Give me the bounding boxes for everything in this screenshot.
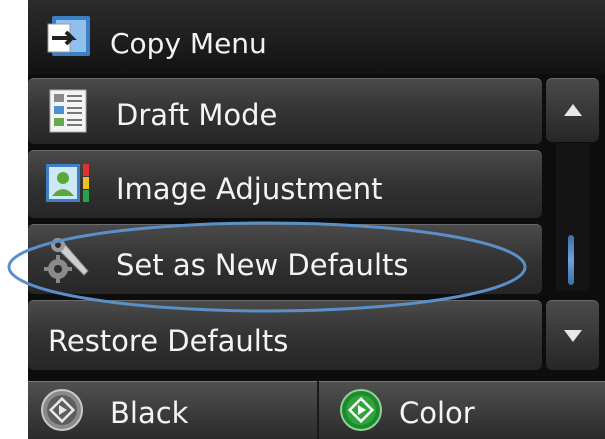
title-bar: Copy Menu <box>28 0 605 74</box>
page-title: Copy Menu <box>110 27 267 60</box>
menu-item-image-adjustment[interactable]: Image Adjustment <box>28 150 542 218</box>
start-icon <box>340 389 382 431</box>
color-button-label: Color <box>399 396 475 430</box>
arrow-up-icon <box>564 104 582 116</box>
start-black-button[interactable]: Black <box>28 381 317 439</box>
highlight-ellipse <box>7 221 527 313</box>
scroll-down-button[interactable] <box>546 300 599 370</box>
black-button-label: Black <box>110 396 189 430</box>
start-color-button[interactable]: Color <box>319 381 605 439</box>
scroll-up-button[interactable] <box>546 78 599 142</box>
arrow-down-icon <box>564 330 582 342</box>
scrollbar-thumb[interactable] <box>568 235 574 285</box>
image-adjustment-icon <box>46 164 89 202</box>
menu-item-label: Image Adjustment <box>116 172 383 206</box>
copy-icon <box>47 16 90 56</box>
start-icon <box>41 389 83 431</box>
menu-item-draft-mode[interactable]: Draft Mode <box>28 78 542 144</box>
menu-item-label: Restore Defaults <box>48 324 289 358</box>
draft-document-icon <box>49 89 87 133</box>
menu-item-label: Draft Mode <box>116 98 278 132</box>
